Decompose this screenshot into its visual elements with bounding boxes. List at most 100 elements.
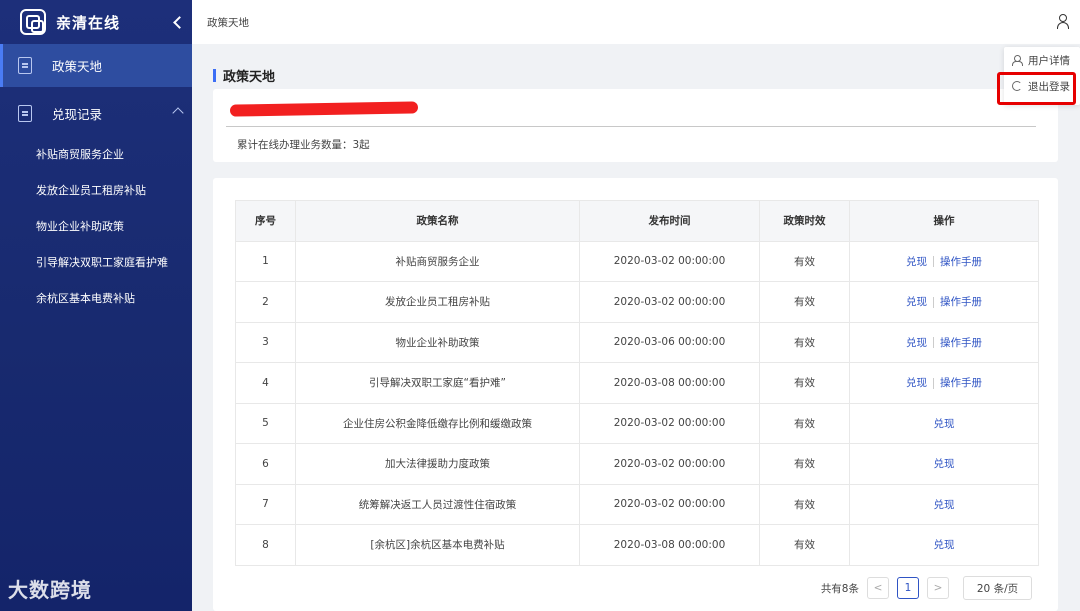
logo-icon: [20, 9, 46, 35]
redeem-link[interactable]: 兑现: [934, 539, 955, 551]
top-header: 政策天地: [192, 0, 1080, 44]
column-header: 发布时间: [579, 200, 760, 242]
table-row: 7 统筹解决返工人员过渡性住宿政策 2020-03-02 00:00:00 有效 兑现: [235, 483, 1039, 525]
sidebar-submenu: 补贴商贸服务企业 发放企业员工租房补贴 物业企业补助政策 引导解决双职工家庭看护难 余杭…: [0, 136, 192, 316]
prev-page-button[interactable]: <: [867, 577, 889, 599]
cell-actions: 兑现 操作手册: [849, 281, 1039, 323]
user-icon: [1012, 55, 1023, 66]
table-row: 6 加大法律援助力度政策 2020-03-02 00:00:00 有效 兑现: [235, 443, 1039, 485]
cell-name: 物业企业补助政策: [295, 321, 580, 363]
redeem-link[interactable]: 兑现: [934, 418, 955, 430]
watermark: 大数跨境: [8, 578, 92, 602]
cell-actions: 兑现 操作手册: [849, 240, 1039, 282]
cell-time: 2020-03-02 00:00:00: [579, 483, 760, 525]
cell-name: 统筹解决返工人员过渡性住宿政策: [295, 483, 580, 525]
highlight-box: [997, 72, 1076, 105]
action-separator: [933, 256, 934, 268]
app-name: 亲清在线: [56, 13, 121, 32]
collapse-sidebar-icon[interactable]: [172, 13, 186, 31]
breadcrumb: 政策天地: [207, 16, 249, 29]
manual-link[interactable]: 操作手册: [940, 296, 982, 308]
page-1-button[interactable]: 1: [897, 577, 919, 599]
redeem-link[interactable]: 兑现: [934, 458, 955, 470]
menu-item-label: 用户详情: [1028, 54, 1070, 67]
cell-name: 补贴商贸服务企业: [295, 240, 580, 282]
table-header-row: 序号 政策名称 发布时间 政策时效 操作: [235, 200, 1039, 242]
manual-link[interactable]: 操作手册: [940, 377, 982, 389]
cell-status: 有效: [759, 483, 850, 525]
business-count: 累计在线办理业务数量：3起: [237, 139, 370, 151]
cell-status: 有效: [759, 321, 850, 363]
cell-no: 8: [235, 524, 296, 566]
cell-actions: 兑现 操作手册: [849, 362, 1039, 404]
action-separator: [933, 337, 934, 349]
manual-link[interactable]: 操作手册: [940, 337, 982, 349]
sidebar-subitem[interactable]: 补贴商贸服务企业: [0, 136, 192, 172]
table-row: 3 物业企业补助政策 2020-03-06 00:00:00 有效 兑现 操作手册: [235, 321, 1039, 363]
cell-time: 2020-03-08 00:00:00: [579, 362, 760, 404]
sidebar-subitem[interactable]: 引导解决双职工家庭看护难: [0, 244, 192, 280]
table-row: 2 发放企业员工租房补贴 2020-03-02 00:00:00 有效 兑现 操作手册: [235, 281, 1039, 323]
column-header: 政策名称: [295, 200, 580, 242]
cell-time: 2020-03-02 00:00:00: [579, 240, 760, 282]
cell-actions: 兑现 操作手册: [849, 321, 1039, 363]
sidebar-subitem[interactable]: 余杭区基本电费补贴: [0, 280, 192, 316]
cell-no: 1: [235, 240, 296, 282]
action-separator: [933, 296, 934, 308]
user-icon[interactable]: [1056, 14, 1069, 29]
sidebar-subitem[interactable]: 发放企业员工租房补贴: [0, 172, 192, 208]
cell-time: 2020-03-06 00:00:00: [579, 321, 760, 363]
cell-actions: 兑现: [849, 443, 1039, 485]
cell-time: 2020-03-02 00:00:00: [579, 443, 760, 485]
cell-name: 加大法律援助力度政策: [295, 443, 580, 485]
column-header: 政策时效: [759, 200, 850, 242]
redeem-link[interactable]: 兑现: [906, 337, 927, 349]
info-card: 累计在线办理业务数量：3起: [213, 89, 1058, 162]
chevron-up-icon: [172, 107, 184, 119]
redeem-link[interactable]: 兑现: [934, 499, 955, 511]
redaction-mark: [229, 101, 419, 117]
cell-name: 引导解决双职工家庭“看护难”: [295, 362, 580, 404]
action-separator: [933, 377, 934, 389]
cell-time: 2020-03-02 00:00:00: [579, 402, 760, 444]
cell-status: 有效: [759, 443, 850, 485]
sidebar-item-policy[interactable]: 政策天地: [0, 44, 192, 87]
cell-status: 有效: [759, 402, 850, 444]
redeem-link[interactable]: 兑现: [906, 256, 927, 268]
user-details-item[interactable]: 用户详情: [1004, 47, 1080, 73]
manual-link[interactable]: 操作手册: [940, 256, 982, 268]
divider: [226, 126, 1036, 127]
page-size-select[interactable]: 20 条/页: [963, 576, 1032, 600]
cell-no: 5: [235, 402, 296, 444]
app-root: 亲清在线 政策天地 兑现记录 补贴商贸服务企业 发放企业员工租房补贴 物业企业补助政…: [0, 0, 1080, 611]
sidebar-subitem[interactable]: 物业企业补助政策: [0, 208, 192, 244]
redeem-link[interactable]: 兑现: [906, 377, 927, 389]
sidebar: 亲清在线 政策天地 兑现记录 补贴商贸服务企业 发放企业员工租房补贴 物业企业补助政…: [0, 0, 192, 611]
cell-status: 有效: [759, 281, 850, 323]
table-body: 1 补贴商贸服务企业 2020-03-02 00:00:00 有效 兑现 操作手册 2 发放企…: [235, 240, 1039, 566]
cell-time: 2020-03-02 00:00:00: [579, 281, 760, 323]
cell-no: 7: [235, 483, 296, 525]
page-title: 政策天地: [213, 66, 275, 85]
document-icon: [18, 57, 32, 74]
cell-status: 有效: [759, 524, 850, 566]
redeem-link[interactable]: 兑现: [906, 296, 927, 308]
cell-no: 2: [235, 281, 296, 323]
cell-time: 2020-03-08 00:00:00: [579, 524, 760, 566]
table-row: 8 [余杭区]余杭区基本电费补贴 2020-03-08 00:00:00 有效 兑现: [235, 524, 1039, 566]
cell-actions: 兑现: [849, 524, 1039, 566]
edit-icon: [18, 105, 32, 122]
sidebar-group-redeem-records[interactable]: 兑现记录: [0, 91, 192, 136]
table-row: 1 补贴商贸服务企业 2020-03-02 00:00:00 有效 兑现 操作手册: [235, 240, 1039, 282]
table-row: 4 引导解决双职工家庭“看护难” 2020-03-08 00:00:00 有效 兑现 操作…: [235, 362, 1039, 404]
cell-status: 有效: [759, 362, 850, 404]
cell-actions: 兑现: [849, 402, 1039, 444]
page-size-label: 20 条/页: [976, 582, 1019, 595]
next-page-button[interactable]: >: [927, 577, 949, 599]
pagination: 共有8条 < 1 > 20 条/页: [821, 576, 1032, 600]
sidebar-item-label: 政策天地: [52, 59, 103, 74]
cell-name: [余杭区]余杭区基本电费补贴: [295, 524, 580, 566]
column-header: 序号: [235, 200, 296, 242]
cell-no: 4: [235, 362, 296, 404]
table-row: 5 企业住房公积金降低缴存比例和缓缴政策 2020-03-02 00:00:00 有效…: [235, 402, 1039, 444]
